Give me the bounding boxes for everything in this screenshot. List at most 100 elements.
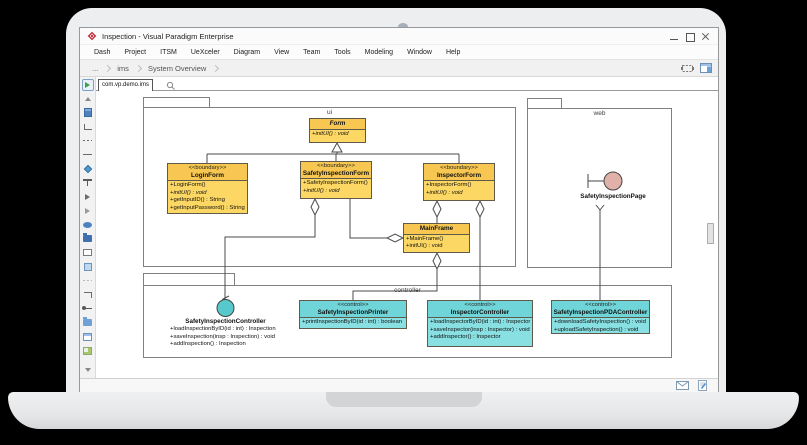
laptop-base <box>8 392 799 429</box>
class-form[interactable]: Form +initUI() : void <box>309 118 366 143</box>
laptop-screen: Inspection - Visual Paradigm Enterprise … <box>66 8 726 394</box>
menu-bar: Dash Project ITSM UeXceler Diagram View … <box>80 45 718 59</box>
class-name: SafetyInspectionForm <box>302 170 370 178</box>
operation: +LoginForm() <box>170 182 245 190</box>
magnifier-icon[interactable] <box>166 81 176 91</box>
breadcrumb-ims[interactable]: ims <box>114 64 132 73</box>
class-name: LoginForm <box>169 172 246 180</box>
breadcrumb-system-overview[interactable]: System Overview <box>145 64 209 73</box>
mail-icon[interactable] <box>676 381 689 390</box>
operation: +initUI() : void <box>406 243 467 251</box>
chevron-right-icon <box>104 64 111 71</box>
containment-tool-icon[interactable] <box>82 121 94 132</box>
laptop-mockup: Inspection - Visual Paradigm Enterprise … <box>0 0 807 445</box>
boundary-safetyinspectionpage-label[interactable]: SafetyInspectionPage <box>553 193 673 200</box>
association-tool-icon[interactable] <box>82 149 94 160</box>
menu-team[interactable]: Team <box>296 49 327 56</box>
title-bar: Inspection - Visual Paradigm Enterprise <box>80 28 718 45</box>
visual-paradigm-logo-icon <box>87 31 97 41</box>
control-safetyinspectioncontroller-operations: +loadInspectionByID(id : int) : Inspecti… <box>170 326 276 349</box>
class-safetyinspectionform[interactable]: <<boundary>> SafetyInspectionForm +Safet… <box>300 161 372 199</box>
play-button[interactable] <box>82 79 94 90</box>
menu-view[interactable]: View <box>267 49 296 56</box>
breadcrumb: ... ims System Overview <box>80 59 718 77</box>
note-tool-icon[interactable] <box>82 261 94 272</box>
vertical-scrollbar-thumb[interactable] <box>707 223 714 244</box>
scroll-down-icon[interactable] <box>82 364 94 375</box>
class-loginform[interactable]: <<boundary>> LoginForm +LoginForm() +ini… <box>167 163 248 214</box>
realization-tool-icon[interactable] <box>82 191 94 202</box>
nary-association-tool-icon[interactable] <box>82 163 94 174</box>
instance-tool-icon[interactable] <box>82 219 94 230</box>
menu-itsm[interactable]: ITSM <box>153 49 184 56</box>
package-web-label: web <box>527 110 672 117</box>
operation: +InspectorForm() <box>426 182 492 190</box>
generalization-tool-icon[interactable] <box>82 205 94 216</box>
operation: +initUI() : void <box>426 190 492 198</box>
menu-help[interactable]: Help <box>439 49 467 56</box>
window-title: Inspection - Visual Paradigm Enterprise <box>102 32 234 41</box>
class-safetyinspectionpdacontroller[interactable]: <<control>> SafetyInspectionPDAControlle… <box>551 300 650 334</box>
layout-panels-icon[interactable] <box>700 63 712 73</box>
close-button[interactable] <box>698 30 714 43</box>
package-tool-icon[interactable] <box>82 233 94 244</box>
diagram-canvas[interactable]: com.vp.demo.ims ui web controller <box>96 77 718 379</box>
package-tab-ui[interactable] <box>143 97 210 107</box>
operation: +getInputPassword() : String <box>170 205 245 213</box>
class-mainframe[interactable]: MainFrame +MainFrame() +initUI() : void <box>403 223 470 253</box>
class-tool-icon[interactable] <box>82 107 94 118</box>
breadcrumb-root[interactable]: ... <box>89 64 101 73</box>
operation: +downloadSafetyInspection() : void <box>554 319 647 327</box>
subsystem-tool-icon[interactable] <box>82 317 94 328</box>
operation: +initUI() : void <box>312 131 363 139</box>
class-name: MainFrame <box>405 225 468 233</box>
separator-line-icon <box>82 275 94 286</box>
menu-project[interactable]: Project <box>117 49 153 56</box>
class-inspectorcontroller[interactable]: <<control>> InspectorController +loadIns… <box>427 300 533 347</box>
package-web[interactable] <box>527 108 672 268</box>
pin-tool-icon[interactable] <box>82 303 94 314</box>
maximize-button[interactable] <box>682 30 698 43</box>
package-tab-controller[interactable] <box>143 273 235 285</box>
menu-uexceler[interactable]: UeXceler <box>184 49 227 56</box>
class-name: SafetyInspectionPrinter <box>301 309 405 317</box>
control-safetyinspectioncontroller-label[interactable]: SafetyInspectionController <box>165 318 286 325</box>
chevron-right-icon <box>135 64 142 71</box>
constraint-tool-icon[interactable] <box>82 289 94 300</box>
class-name: InspectorController <box>429 309 531 317</box>
matrix-tool-icon[interactable] <box>82 331 94 342</box>
operation: +printInspectionByID(id : int) : boolean <box>302 319 404 327</box>
notes-icon[interactable] <box>697 380 708 391</box>
tool-palette <box>80 77 96 378</box>
menu-dash[interactable]: Dash <box>87 49 117 56</box>
interface-tool-icon[interactable] <box>82 177 94 188</box>
menu-diagram[interactable]: Diagram <box>227 49 267 56</box>
fit-selection-icon[interactable] <box>681 64 694 73</box>
operation: +saveInspection(insp : Inspection) : voi… <box>170 334 276 342</box>
menu-window[interactable]: Window <box>400 49 439 56</box>
package-tab-web[interactable] <box>527 98 562 108</box>
chevron-right-icon <box>212 64 219 71</box>
package-controller-label: controller <box>143 287 672 294</box>
menu-modeling[interactable]: Modeling <box>358 49 400 56</box>
dependency-tool-icon[interactable] <box>82 135 94 146</box>
frame-tool-icon[interactable] <box>82 247 94 258</box>
laptop-notch <box>326 392 482 407</box>
class-name: SafetyInspectionPDAController <box>553 309 648 317</box>
scroll-up-icon[interactable] <box>82 93 94 104</box>
minimize-button[interactable] <box>666 30 682 43</box>
operation: +loadInspectorByID(id : int) : Inspector <box>430 319 530 327</box>
class-name: Form <box>311 120 364 128</box>
operation: +initUI() : void <box>170 190 245 198</box>
status-bar <box>80 378 718 392</box>
document-tab[interactable]: com.vp.demo.ims <box>98 79 153 91</box>
chart-tool-icon[interactable] <box>82 345 94 356</box>
operation: +addInspector() : Inspector <box>430 334 530 342</box>
operation: +getInputID() : String <box>170 197 245 205</box>
menu-tools[interactable]: Tools <box>327 49 357 56</box>
operation: +MainFrame() <box>406 236 467 244</box>
app-window: Inspection - Visual Paradigm Enterprise … <box>79 27 719 393</box>
class-inspectorform[interactable]: <<boundary>> InspectorForm +InspectorFor… <box>423 163 495 201</box>
operation: +uploadSafetyInspection() : void <box>554 327 647 335</box>
class-safetyinspectionprinter[interactable]: <<control>> SafetyInspectionPrinter +pri… <box>299 300 407 329</box>
